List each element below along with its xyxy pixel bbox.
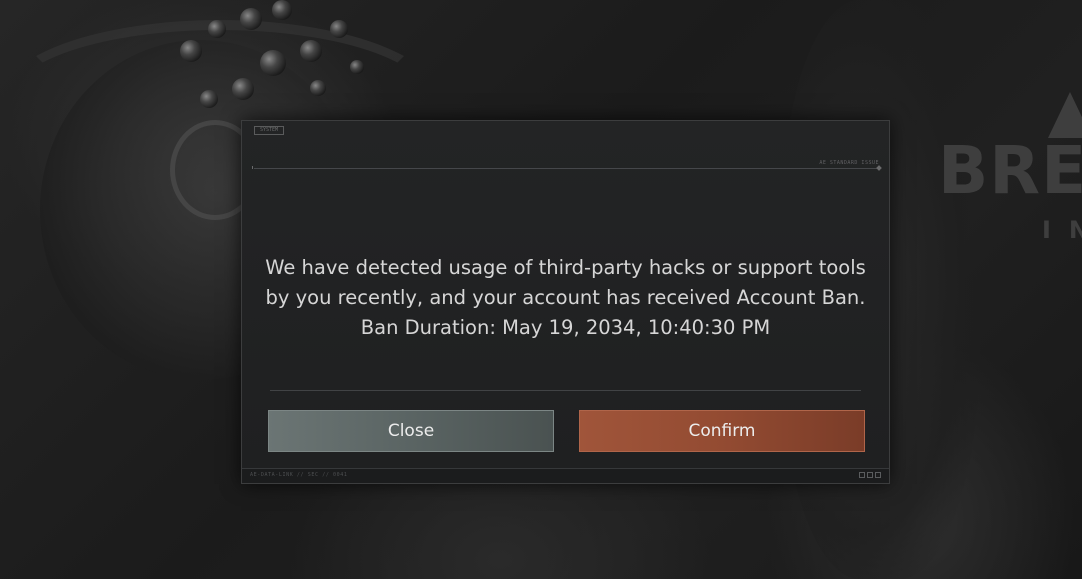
header-rule [252,165,882,171]
ban-message: We have detected usage of third-party ha… [265,256,866,339]
header-rule-label: AE STANDARD ISSUE [819,160,879,166]
dialog-footer: AE-DATA-LINK // SEC // 0041 [242,468,889,483]
game-background: BRE IN SYSTEM AE STANDARD ISSUE We have … [0,0,1082,579]
dialog-tag: SYSTEM [254,126,284,135]
button-divider [270,390,861,391]
diamond-icon [876,165,882,171]
account-ban-dialog: SYSTEM AE STANDARD ISSUE We have detecte… [241,120,890,484]
background-logo-subtitle: IN [1042,216,1082,244]
background-game-logo: BRE IN [938,92,1082,252]
close-button[interactable]: Close [268,410,554,452]
dialog-body: SYSTEM AE STANDARD ISSUE We have detecte… [242,121,889,469]
rule-start-marker [252,166,256,169]
background-logo-word: BRE [938,132,1082,209]
confirm-button[interactable]: Confirm [579,410,865,452]
footer-text: AE-DATA-LINK // SEC // 0041 [250,472,348,478]
square-boxes-icon [859,472,881,478]
